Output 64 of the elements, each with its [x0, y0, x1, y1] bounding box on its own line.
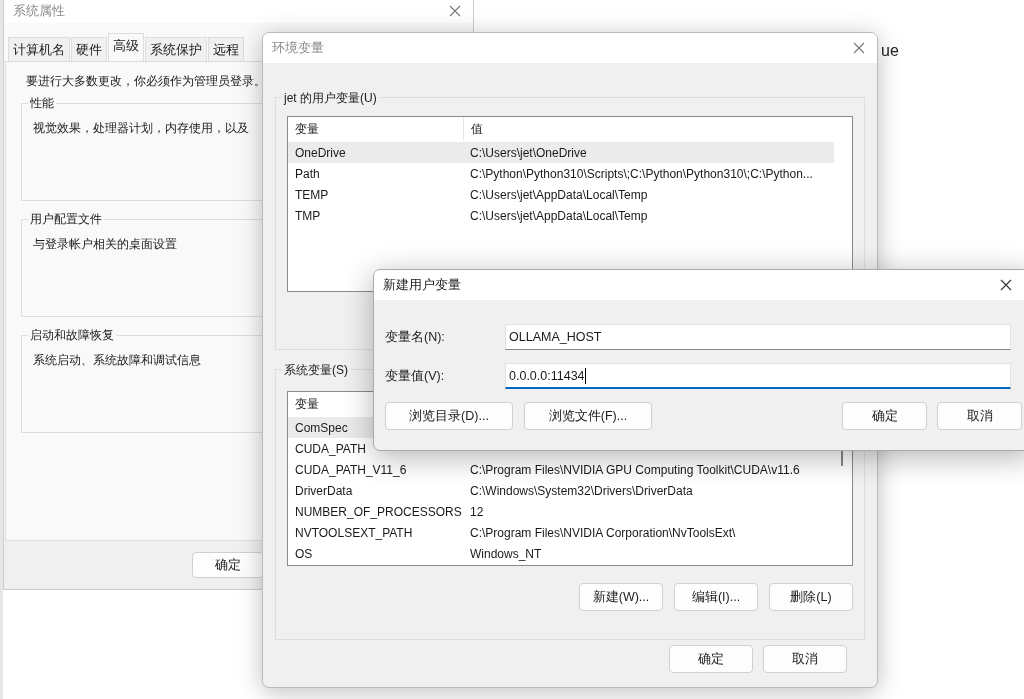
variable-name: CUDA_PATH_V11_6	[295, 462, 407, 477]
tab[interactable]: 计算机名	[8, 37, 70, 61]
cancel-button[interactable]: 取消	[937, 402, 1022, 430]
window-title: 环境变量	[272, 39, 325, 57]
variable-value: C:\Users\jet\OneDrive	[469, 145, 587, 160]
notice-text: 要进行大多数更改，你必须作为管理员登录。	[26, 74, 266, 89]
variable-value: C:\Users\jet\AppData\Local\Temp	[469, 208, 648, 223]
field-label: 变量值(V):	[385, 367, 446, 385]
variable-name: TMP	[295, 208, 321, 223]
list-row[interactable]: TMP C:\Users\jet\AppData\Local\Temp	[288, 205, 834, 226]
variable-name: DriverData	[295, 483, 353, 498]
variable-name: TEMP	[295, 187, 329, 202]
variable-value: C:\Users\jet\AppData\Local\Temp	[469, 187, 648, 202]
group-title: 性能	[28, 96, 56, 111]
input-field[interactable]: OLLAMA_HOST	[505, 324, 1011, 350]
list-action-button[interactable]: 编辑(I)...	[674, 583, 758, 611]
group-title: 启动和故障恢复	[28, 328, 116, 343]
group-description: 视觉效果，处理器计划，内存使用，以及	[33, 121, 249, 136]
variable-value: C:\Program Files\NVIDIA GPU Computing Toolkit\CUDA\v11.6	[469, 462, 800, 477]
group-title: 系统变量(S)	[282, 362, 350, 379]
variable-name: Path	[295, 166, 320, 181]
list-row[interactable]: TEMP C:\Users\jet\AppData\Local\Temp	[288, 184, 834, 205]
browse-button[interactable]: 浏览目录(D)...	[385, 402, 513, 430]
tab[interactable]: 高级	[108, 33, 144, 61]
field-label: 变量名(N):	[385, 328, 446, 346]
input-field[interactable]: 0.0.0.0:11434	[505, 363, 1011, 389]
cancel-button[interactable]: 取消	[763, 645, 847, 673]
tab[interactable]: 硬件	[71, 37, 107, 61]
variable-value: C:\Program Files\NVIDIA Corporation\NvToolsExt\	[469, 525, 736, 540]
tab[interactable]: 系统保护	[145, 37, 207, 61]
variable-value: C:\Windows\System32\Drivers\DriverData	[469, 483, 693, 498]
list-row[interactable]: OneDrive C:\Users\jet\OneDrive	[288, 142, 834, 163]
variable-name: OS	[295, 546, 313, 561]
ok-button[interactable]: 确定	[669, 645, 753, 673]
close-icon[interactable]	[1000, 279, 1012, 291]
list-row[interactable]: NVTOOLSEXT_PATH C:\Program Files\NVIDIA Corporation\NvToolsExt\	[288, 522, 834, 543]
variable-name: OneDrive	[295, 145, 346, 160]
background-text: ue	[881, 42, 899, 60]
window-title: 系统属性	[13, 2, 66, 20]
variable-name: NVTOOLSEXT_PATH	[295, 525, 413, 540]
variable-name: ComSpec	[295, 420, 348, 435]
group-description: 系统启动、系统故障和调试信息	[33, 353, 201, 368]
list-action-button[interactable]: 删除(L)	[769, 583, 853, 611]
browse-button[interactable]: 浏览文件(F)...	[524, 402, 652, 430]
window-title: 新建用户变量	[383, 276, 462, 294]
variable-value: C:\Python\Python310\Scripts\;C:\Python\Python310\;C:\Python...	[469, 166, 813, 181]
tab[interactable]: 远程	[208, 37, 244, 61]
group-title: 用户配置文件	[28, 212, 104, 227]
ok-button[interactable]: 确定	[192, 552, 264, 578]
column-header[interactable]: 值	[464, 117, 483, 141]
list-row[interactable]: Path C:\Python\Python310\Scripts\;C:\Python\Python310\;C:\Python...	[288, 163, 834, 184]
list-row[interactable]: OS Windows_NT	[288, 543, 834, 564]
group-title: jet 的用户变量(U)	[282, 90, 379, 107]
variable-value: Windows_NT	[469, 546, 542, 561]
ok-button[interactable]: 确定	[842, 402, 927, 430]
list-row[interactable]: CUDA_PATH_V11_6 C:\Program Files\NVIDIA GPU Computing Toolkit\CUDA\v11.6	[288, 459, 834, 480]
list-action-button[interactable]: 新建(W)...	[579, 583, 663, 611]
variable-value: 12	[469, 504, 484, 519]
variable-name: NUMBER_OF_PROCESSORS	[295, 504, 462, 519]
list-row[interactable]: NUMBER_OF_PROCESSORS 12	[288, 501, 834, 522]
variable-name: CUDA_PATH	[295, 441, 366, 456]
list-row[interactable]: DriverData C:\Windows\System32\Drivers\DriverData	[288, 480, 834, 501]
group-description: 与登录帐户相关的桌面设置	[33, 237, 177, 252]
column-header[interactable]: 变量	[288, 117, 464, 141]
